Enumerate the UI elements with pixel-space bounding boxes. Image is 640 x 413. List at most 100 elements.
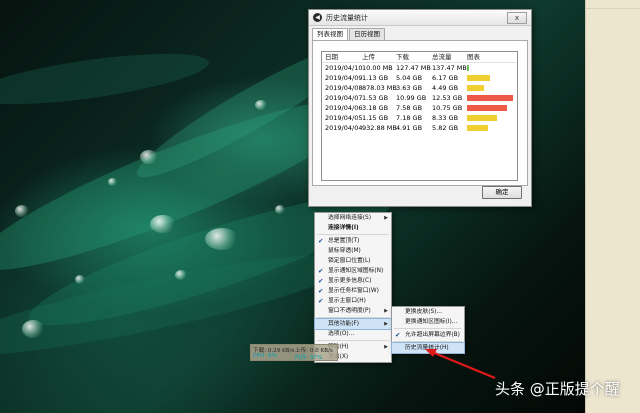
checkmark-icon: ✔ <box>318 267 324 275</box>
menu-item-label: 显示主窗口(H) <box>328 298 366 304</box>
download-cell: 4.91 GB <box>396 124 423 132</box>
date-cell: 2019/04/05 <box>325 114 363 122</box>
upload-cell: 3.18 GB <box>362 104 389 112</box>
table-row[interactable]: 2019/04/04 932.88 MB 4.91 GB 5.82 GB <box>322 123 517 133</box>
menu-item-label: 总是置顶(T) <box>328 238 360 244</box>
download-cell: 7.58 GB <box>396 104 423 112</box>
menu-separator <box>317 317 389 318</box>
menu-item[interactable]: ✔ 显示通知区域图标(N) <box>315 266 391 276</box>
window-title: 历史流量统计 <box>326 13 368 22</box>
menu-item[interactable]: 其他功能(F) ▶ <box>314 318 392 330</box>
checkmark-icon: ✔ <box>318 277 324 285</box>
menu-separator <box>394 328 462 329</box>
menu-item-label: 其他功能(F) <box>328 321 360 327</box>
upload-cell: 878.03 MB <box>362 84 397 92</box>
watermark: 头条 @正版提个醒 <box>495 380 620 398</box>
menu-item[interactable]: ✔ 允许超出屏幕边界(B) <box>392 330 464 340</box>
total-cell: 10.75 GB <box>432 104 463 112</box>
water-drop <box>175 270 187 280</box>
header-total[interactable]: 总流量 <box>432 52 452 62</box>
upload-cell: 1.53 GB <box>362 94 389 102</box>
total-cell: 5.82 GB <box>432 124 459 132</box>
menu-item[interactable]: 窗口不透明度(P) ▶ <box>315 306 391 316</box>
leaf-blade <box>0 43 212 115</box>
menu-item-label: 历史流量统计(H) <box>405 345 449 351</box>
menu-item-label: 窗口不透明度(P) <box>328 308 371 314</box>
background-window-edge <box>585 0 640 413</box>
header-upload[interactable]: 上传 <box>362 52 375 62</box>
menu-item-label: 更换皮肤(S)... <box>405 309 442 315</box>
menu-item-label: 允许超出屏幕边界(B) <box>405 332 460 338</box>
submenu-arrow-icon: ▶ <box>384 308 388 314</box>
water-drop <box>275 205 285 214</box>
date-cell: 2019/04/04 <box>325 124 363 132</box>
table-row[interactable]: 2019/04/07 1.53 GB 10.99 GB 12.53 GB <box>322 93 517 103</box>
menu-item[interactable]: 锁定窗口位置(L) <box>315 256 391 266</box>
menu-separator <box>317 340 389 341</box>
table-row[interactable]: 2019/04/10 10.00 MB 127.47 MB 137.47 MB <box>322 63 517 73</box>
water-drop <box>15 205 29 217</box>
table-header: 日期 上传 下载 总流量 图表 <box>322 52 517 63</box>
menu-item[interactable]: ✔ 显示主窗口(H) <box>315 296 391 306</box>
header-download[interactable]: 下载 <box>396 52 409 62</box>
menu-item[interactable]: 选择网络连接(S) ▶ <box>315 213 391 223</box>
download-cell: 127.47 MB <box>396 64 431 72</box>
date-cell: 2019/04/09 <box>325 74 363 82</box>
traffic-bar <box>467 65 469 71</box>
menu-item[interactable]: 鼠标穿透(M) <box>315 246 391 256</box>
traffic-bar <box>467 115 498 121</box>
total-cell: 4.49 GB <box>432 84 459 92</box>
app-icon: ◀ <box>313 13 322 22</box>
water-drop <box>140 150 158 164</box>
date-cell: 2019/04/07 <box>325 94 363 102</box>
cpu-usage: CPU: 8% <box>253 353 277 359</box>
menu-item-label: 显示通知区域图标(N) <box>328 268 384 274</box>
table-row[interactable]: 2019/04/09 1.13 GB 5.04 GB 6.17 GB <box>322 73 517 83</box>
table-row[interactable]: 2019/04/05 1.15 GB 7.18 GB 8.33 GB <box>322 113 517 123</box>
upload-cell: 10.00 MB <box>362 64 393 72</box>
water-drop <box>205 228 239 250</box>
tab-calendar-view[interactable]: 日历视图 <box>349 28 385 40</box>
water-drop <box>108 178 117 186</box>
traffic-bar <box>467 85 484 91</box>
traffic-bar <box>467 105 507 111</box>
submenu-arrow-icon: ▶ <box>384 321 388 327</box>
menu-item[interactable]: 连接详情(I) <box>315 223 391 233</box>
header-chart[interactable]: 图表 <box>467 52 480 62</box>
menu-item[interactable]: 选项(O)... <box>315 329 391 339</box>
total-cell: 6.17 GB <box>432 74 459 82</box>
context-menu: 选择网络连接(S) ▶ 连接详情(I) ✔ 总是置顶(T) 鼠标穿透(M) 锁定窗口位置(L… <box>314 212 392 363</box>
date-cell: 2019/04/08 <box>325 84 363 92</box>
traffic-table[interactable]: 日期 上传 下载 总流量 图表 2019/04/10 10.00 MB 127.47… <box>321 51 518 181</box>
table-row[interactable]: 2019/04/08 878.03 MB 3.63 GB 4.49 GB <box>322 83 517 93</box>
checkmark-icon: ✔ <box>395 331 401 339</box>
window-titlebar[interactable]: ◀ 历史流量统计 x <box>309 10 531 26</box>
total-cell: 137.47 MB <box>432 64 467 72</box>
table-row[interactable]: 2019/04/06 3.18 GB 7.58 GB 10.75 GB <box>322 103 517 113</box>
date-cell: 2019/04/10 <box>325 64 363 72</box>
close-button[interactable]: x <box>507 12 527 24</box>
water-drop <box>75 275 85 284</box>
menu-item[interactable]: 更换通知区图标(I)... <box>392 317 464 327</box>
menu-item-label: 显示更多信息(C) <box>328 278 372 284</box>
memory-usage: 内存: 37% <box>295 355 323 361</box>
menu-item[interactable]: 历史流量统计(H) <box>391 342 465 354</box>
upload-cell: 932.88 MB <box>362 124 397 132</box>
checkmark-icon: ✔ <box>318 287 324 295</box>
menu-item-label: 锁定窗口位置(L) <box>328 258 371 264</box>
water-drop <box>22 320 44 338</box>
ok-button[interactable]: 确定 <box>482 186 522 199</box>
download-cell: 5.04 GB <box>396 74 423 82</box>
speed-widget[interactable]: 下载: 0.29 KB/s 上传: 0.0 KB/s CPU: 8% 内存: 3… <box>250 344 338 361</box>
header-date[interactable]: 日期 <box>325 52 338 62</box>
submenu-arrow-icon: ▶ <box>384 344 388 350</box>
menu-item-label: 显示任务栏窗口(W) <box>328 288 379 294</box>
menu-item[interactable]: ✔ 显示任务栏窗口(W) <box>315 286 391 296</box>
menu-item[interactable]: 更换皮肤(S)... <box>392 307 464 317</box>
menu-item[interactable]: ✔ 总是置顶(T) <box>315 236 391 246</box>
menu-item-label: 鼠标穿透(M) <box>328 248 361 254</box>
download-cell: 10.99 GB <box>396 94 427 102</box>
menu-item[interactable]: ✔ 显示更多信息(C) <box>315 276 391 286</box>
menu-separator <box>317 234 389 235</box>
traffic-history-window: ◀ 历史流量统计 x 列表视图 日历视图 日期 上传 下载 总流量 图表 201… <box>308 9 532 207</box>
